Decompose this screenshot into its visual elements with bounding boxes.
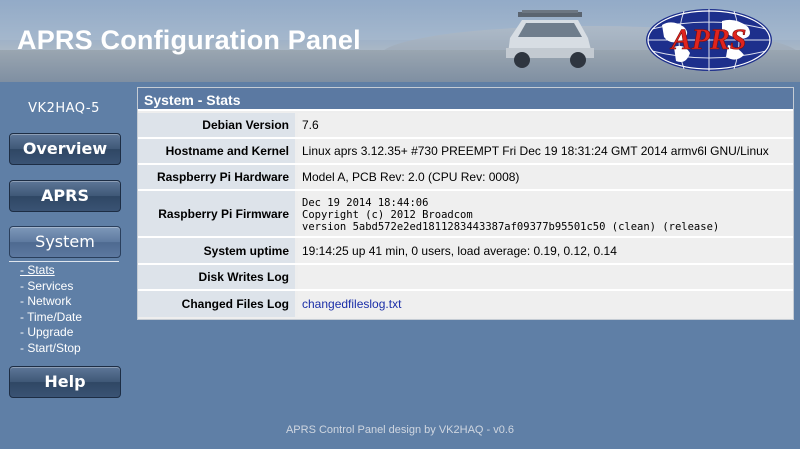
- callsign-label: VK2HAQ-5: [28, 101, 100, 116]
- row-label: Disk Writes Log: [138, 265, 295, 289]
- submenu-time-date[interactable]: - Time/Date: [20, 310, 82, 326]
- panel-title: System - Stats: [138, 88, 793, 111]
- table-row: System uptime 19:14:25 up 41 min, 0 user…: [138, 238, 793, 263]
- help-button[interactable]: Help: [9, 366, 121, 398]
- logo-text: APRS: [669, 23, 746, 56]
- submenu-upgrade[interactable]: - Upgrade: [20, 325, 82, 341]
- row-label: Hostname and Kernel: [138, 139, 295, 163]
- submenu-network[interactable]: - Network: [20, 294, 82, 310]
- row-value: Model A, PCB Rev: 2.0 (CPU Rev: 0008): [298, 165, 793, 189]
- header-banner: APRS Configuration Panel APRS: [0, 0, 800, 82]
- row-label: Debian Version: [138, 113, 295, 137]
- table-row: Raspberry Pi Firmware Dec 19 2014 18:44:…: [138, 191, 793, 236]
- table-row: Changed Files Log changedfileslog.txt: [138, 291, 793, 317]
- table-row: Disk Writes Log: [138, 265, 793, 289]
- table-row: Raspberry Pi Hardware Model A, PCB Rev: …: [138, 165, 793, 189]
- submenu-services[interactable]: - Services: [20, 279, 82, 295]
- submenu-divider: [9, 261, 119, 262]
- row-value: 19:14:25 up 41 min, 0 users, load averag…: [298, 238, 793, 263]
- footer-credit: APRS Control Panel design by VK2HAQ - v0…: [285, 424, 515, 436]
- overview-button[interactable]: Overview: [9, 133, 121, 165]
- row-value: 7.6: [298, 113, 793, 137]
- aprs-logo: APRS: [646, 9, 772, 71]
- page-title: APRS Configuration Panel: [17, 25, 361, 55]
- row-label: System uptime: [138, 238, 295, 263]
- row-value: Linux aprs 3.12.35+ #730 PREEMPT Fri Dec…: [298, 139, 793, 163]
- table-row: Hostname and Kernel Linux aprs 3.12.35+ …: [138, 139, 793, 163]
- firmware-text: Dec 19 2014 18:44:06 Copyright (c) 2012 …: [302, 196, 720, 233]
- system-submenu: - Stats - Services - Network - Time/Date…: [20, 263, 82, 356]
- aprs-button[interactable]: APRS: [9, 180, 121, 212]
- changed-files-log-link[interactable]: changedfileslog.txt: [302, 297, 401, 311]
- stats-panel: System - Stats Debian Version 7.6 Hostna…: [137, 87, 794, 320]
- system-button[interactable]: System: [9, 226, 121, 258]
- submenu-stats[interactable]: - Stats: [20, 263, 82, 279]
- row-label: Raspberry Pi Hardware: [138, 165, 295, 189]
- row-value: [298, 265, 793, 289]
- row-value: Dec 19 2014 18:44:06 Copyright (c) 2012 …: [298, 191, 793, 236]
- submenu-start-stop[interactable]: - Start/Stop: [20, 341, 82, 357]
- row-label: Raspberry Pi Firmware: [138, 191, 295, 236]
- table-row: Debian Version 7.6: [138, 113, 793, 137]
- row-value: changedfileslog.txt: [298, 291, 793, 317]
- row-label: Changed Files Log: [138, 291, 295, 317]
- vehicle-image: [506, 10, 594, 68]
